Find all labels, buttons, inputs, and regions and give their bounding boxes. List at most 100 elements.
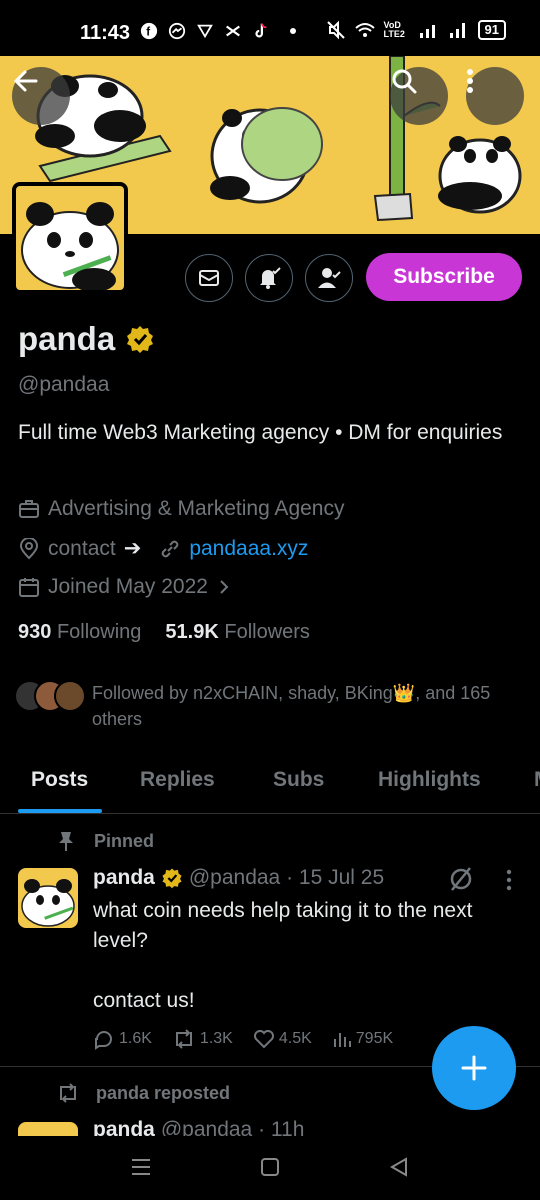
app-icon bbox=[197, 24, 213, 39]
chevron-right-icon bbox=[220, 580, 229, 594]
profile-name-text: panda bbox=[18, 320, 116, 357]
post-author[interactable]: panda bbox=[93, 866, 155, 890]
more-notifications-dot bbox=[290, 28, 296, 34]
post-author[interactable]: panda bbox=[93, 1118, 155, 1136]
user-check-icon bbox=[318, 268, 341, 288]
compose-post-button[interactable] bbox=[432, 1026, 516, 1110]
repost-icon bbox=[175, 1029, 192, 1049]
home-icon[interactable] bbox=[259, 1156, 281, 1178]
following-count: 930 bbox=[18, 621, 52, 643]
location-pin-icon bbox=[19, 537, 39, 559]
messenger-icon bbox=[168, 22, 186, 40]
post-avatar[interactable] bbox=[18, 868, 78, 928]
briefcase-icon bbox=[19, 500, 39, 518]
contact-row: contact ➔ pandaaa.xyz bbox=[18, 536, 308, 561]
tab-subs[interactable]: Subs bbox=[273, 768, 324, 792]
website-link[interactable]: pandaaa.xyz bbox=[189, 537, 308, 561]
views-button[interactable]: 795K bbox=[332, 1028, 393, 1050]
signal-icon bbox=[419, 25, 435, 38]
panda-avatar-image bbox=[21, 202, 119, 290]
lte-indicator: VoD LTE2 bbox=[383, 20, 405, 39]
pin-icon bbox=[59, 832, 73, 851]
active-tab-indicator bbox=[18, 809, 102, 813]
verified-badge-icon bbox=[162, 868, 182, 889]
mute-icon bbox=[326, 20, 345, 40]
joined-text: Joined May 2022 bbox=[48, 575, 208, 598]
pinned-indicator: Pinned bbox=[56, 830, 154, 852]
repost-button[interactable]: 1.3K bbox=[172, 1028, 233, 1050]
message-button[interactable] bbox=[185, 254, 233, 302]
profile-bio: Full time Web3 Marketing agency • DM for… bbox=[18, 421, 503, 444]
category-row: Advertising & Marketing Agency bbox=[18, 497, 344, 521]
repost-label: panda reposted bbox=[96, 1082, 231, 1103]
system-status-icons: VoD LTE2 91 bbox=[326, 20, 506, 40]
following-button[interactable] bbox=[305, 254, 353, 302]
following-label: Following bbox=[56, 621, 142, 643]
post-more-icon[interactable] bbox=[504, 868, 514, 892]
like-count: 4.5K bbox=[278, 1030, 312, 1047]
avatar bbox=[54, 680, 86, 712]
back-button[interactable] bbox=[12, 67, 70, 125]
post-avatar[interactable] bbox=[18, 1122, 78, 1136]
views-count: 795K bbox=[355, 1030, 394, 1047]
followers-count: 51.9K bbox=[165, 621, 219, 643]
post-actions: 1.6K 1.3K 4.5K 795K bbox=[93, 1028, 393, 1050]
search-button[interactable] bbox=[390, 67, 448, 125]
recent-apps-icon[interactable] bbox=[130, 1156, 152, 1178]
tiktok-icon bbox=[255, 23, 267, 38]
more-options-button[interactable] bbox=[466, 67, 524, 125]
contact-link[interactable]: contact bbox=[48, 537, 116, 561]
status-time: 11:43 bbox=[80, 22, 131, 44]
search-icon bbox=[392, 69, 417, 94]
tab-posts[interactable]: Posts bbox=[31, 768, 88, 792]
more-vertical-icon bbox=[467, 69, 473, 93]
system-nav-bar bbox=[0, 1136, 540, 1200]
mail-icon bbox=[199, 270, 219, 286]
followers-label: Followers bbox=[224, 621, 310, 643]
notification-icons: f bbox=[140, 22, 296, 40]
views-chart-icon bbox=[333, 1033, 351, 1047]
battery-indicator: 91 bbox=[477, 20, 506, 40]
post-header: panda @pandaa · 11h bbox=[93, 1118, 304, 1136]
grok-icon[interactable] bbox=[448, 866, 474, 892]
panda-avatar-image bbox=[21, 879, 75, 927]
calendar-icon bbox=[19, 578, 39, 597]
repost-count: 1.3K bbox=[199, 1030, 233, 1047]
subscribe-button[interactable]: Subscribe bbox=[366, 253, 522, 301]
bell-check-icon bbox=[260, 267, 281, 289]
back-nav-icon[interactable] bbox=[388, 1156, 410, 1178]
reply-count: 1.6K bbox=[119, 1030, 152, 1047]
followers-stat[interactable]: 51.9K Followers bbox=[165, 621, 310, 644]
post-header: panda @pandaa · 15 Jul 25 bbox=[93, 866, 384, 890]
followed-by-text[interactable]: Followed by n2xCHAIN, shady, BKing👑, and… bbox=[92, 680, 522, 732]
profile-name: panda bbox=[18, 320, 155, 358]
profile-avatar[interactable] bbox=[12, 182, 128, 294]
link-icon bbox=[162, 540, 179, 557]
reply-icon bbox=[95, 1031, 112, 1050]
followed-by-avatars[interactable] bbox=[14, 680, 86, 712]
wifi-icon bbox=[354, 23, 375, 37]
post-body: what coin needs help taking it to the ne… bbox=[93, 899, 473, 1012]
profile-handle: @pandaa bbox=[18, 373, 110, 396]
reply-button[interactable]: 1.6K bbox=[93, 1028, 152, 1050]
tab-replies[interactable]: Replies bbox=[140, 768, 215, 792]
signal-icon-2 bbox=[449, 23, 465, 38]
joined-row[interactable]: Joined May 2022 bbox=[18, 575, 232, 599]
pinned-label: Pinned bbox=[94, 830, 155, 851]
status-bar: 11:43 f VoD LTE2 91 bbox=[0, 0, 540, 56]
tab-media[interactable]: M bbox=[534, 768, 540, 792]
contact-arrow: ➔ bbox=[123, 537, 142, 560]
tab-highlights[interactable]: Highlights bbox=[378, 768, 481, 792]
profile-tabs: Posts Replies Subs Highlights M bbox=[0, 760, 540, 814]
capcut-icon bbox=[226, 25, 240, 37]
notifications-button[interactable] bbox=[245, 254, 293, 302]
like-button[interactable]: 4.5K bbox=[253, 1028, 312, 1050]
post-handle-date: @pandaa · 15 Jul 25 bbox=[188, 866, 385, 889]
arrow-left-icon bbox=[13, 70, 38, 92]
heart-icon bbox=[253, 1030, 274, 1049]
following-stat[interactable]: 930 Following bbox=[18, 621, 141, 644]
verified-badge-icon[interactable] bbox=[125, 324, 155, 354]
svg-text:f: f bbox=[146, 26, 150, 39]
repost-indicator: panda reposted bbox=[56, 1082, 230, 1104]
plus-icon bbox=[461, 1055, 487, 1081]
